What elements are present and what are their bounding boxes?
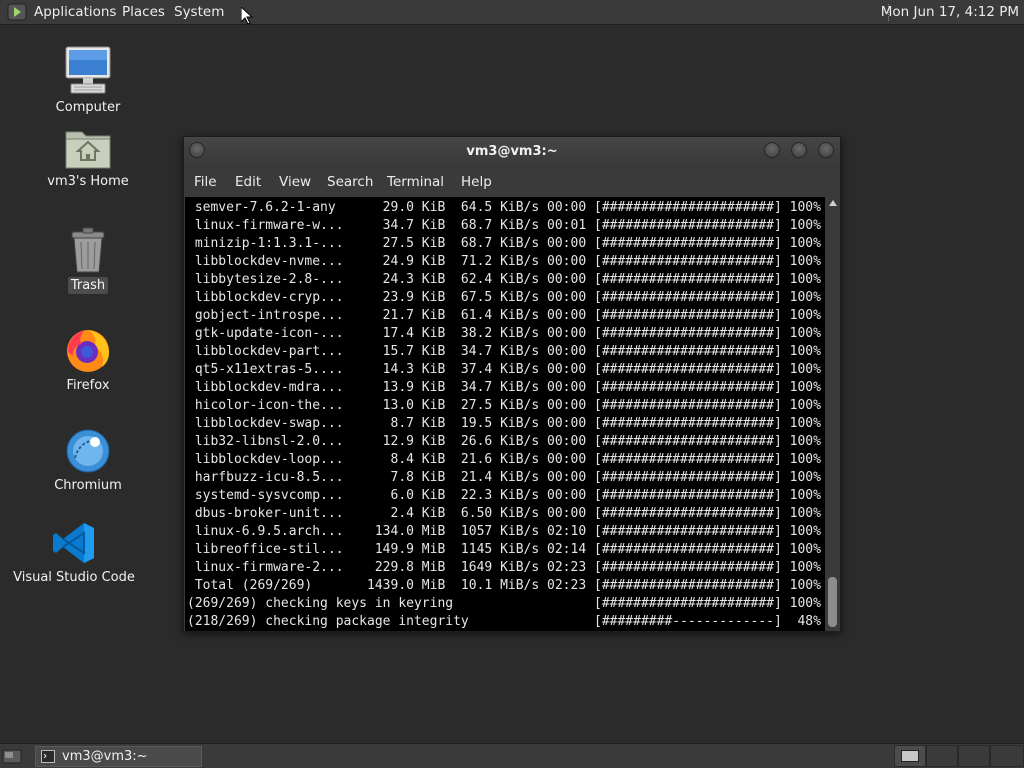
menu-view[interactable]: View (279, 174, 311, 190)
terminal-line: libbytesize-2.8-... 24.3 KiB 62.4 KiB/s … (187, 272, 821, 287)
terminal-window[interactable]: vm3@vm3:~ File Edit View Search Terminal… (183, 136, 841, 632)
terminal-line: systemd-sysvcomp... 6.0 KiB 22.3 KiB/s 0… (187, 488, 821, 503)
terminal-line: (269/269) checking keys in keyring [####… (187, 596, 821, 611)
scroll-up-arrow-icon[interactable] (829, 200, 837, 206)
chromium-icon (66, 429, 110, 473)
maximize-button[interactable] (791, 142, 807, 158)
menu-search[interactable]: Search (327, 174, 373, 190)
desktop-icon-home[interactable]: vm3's Home (38, 126, 138, 190)
trash-icon (71, 227, 105, 273)
desktop-icon-label: Chromium (54, 478, 122, 493)
terminal-line: libblockdev-mdra... 13.9 KiB 34.7 KiB/s … (187, 380, 821, 395)
menu-edit[interactable]: Edit (235, 174, 261, 190)
menu-help[interactable]: Help (461, 174, 492, 190)
scrollbar-thumb[interactable] (828, 577, 837, 627)
terminal-line: Total (269/269) 1439.0 MiB 10.1 MiB/s 02… (187, 578, 821, 593)
applications-menu-icon[interactable] (7, 3, 27, 21)
clock[interactable]: Mon Jun 17, 4:12 PM (881, 4, 1019, 20)
terminal-scrollbar[interactable] (826, 197, 839, 631)
terminal-line: libblockdev-loop... 8.4 KiB 21.6 KiB/s 0… (187, 452, 821, 467)
terminal-line: gtk-update-icon-... 17.4 KiB 38.2 KiB/s … (187, 326, 821, 341)
terminal-line: (218/269) checking package integrity [##… (187, 614, 821, 629)
window-titlebar[interactable]: vm3@vm3:~ (184, 137, 840, 167)
taskbar-window-label: vm3@vm3:~ (62, 749, 148, 764)
terminal-line: dbus-broker-unit... 2.4 KiB 6.50 KiB/s 0… (187, 506, 821, 521)
minimize-button[interactable] (764, 142, 780, 158)
bottom-panel: vm3@vm3:~ (0, 743, 1024, 768)
desktop-icon-label: Computer (55, 100, 121, 115)
terminal-line: libblockdev-nvme... 24.9 KiB 71.2 KiB/s … (187, 254, 821, 269)
terminal-line: minizip-1:1.3.1-... 27.5 KiB 68.7 KiB/s … (187, 236, 821, 251)
terminal-line: libblockdev-swap... 8.7 KiB 19.5 KiB/s 0… (187, 416, 821, 431)
workspace-1[interactable] (894, 745, 926, 767)
workspace-2[interactable] (926, 745, 958, 767)
desktop-icon-label: Trash (67, 277, 109, 294)
terminal-line: libreoffice-stil... 149.9 MiB 1145 KiB/s… (187, 542, 821, 557)
home-folder-icon (65, 131, 111, 169)
vscode-icon (53, 523, 94, 563)
desktop-icon-label: Firefox (66, 378, 110, 393)
desktop-icon-trash[interactable]: Trash (48, 226, 128, 294)
close-button[interactable] (818, 142, 834, 158)
menu-terminal[interactable]: Terminal (387, 174, 444, 190)
terminal-line: linux-firmware-2... 229.8 MiB 1649 KiB/s… (187, 560, 821, 575)
computer-icon (65, 46, 111, 94)
desktop-icon-label: vm3's Home (47, 174, 129, 189)
desktop-icon-label: Visual Studio Code (13, 570, 135, 585)
workspace-window-thumbnail (901, 750, 919, 762)
terminal-line: linux-6.9.5.arch... 134.0 MiB 1057 KiB/s… (187, 524, 821, 539)
desktop-icon-vscode[interactable]: Visual Studio Code (10, 520, 138, 586)
terminal-line: gobject-introspe... 21.7 KiB 61.4 KiB/s … (187, 308, 821, 323)
top-panel: Applications Places System Mon Jun 17, 4… (0, 0, 1024, 25)
mouse-pointer-icon (241, 7, 253, 25)
workspace-3[interactable] (958, 745, 990, 767)
desktop-icon-computer[interactable]: Computer (48, 44, 128, 116)
terminal-line: qt5-x11extras-5.... 14.3 KiB 37.4 KiB/s … (187, 362, 821, 377)
terminal-output[interactable]: semver-7.6.2-1-any 29.0 KiB 64.5 KiB/s 0… (185, 197, 825, 631)
terminal-line: hicolor-icon-the... 13.0 KiB 27.5 KiB/s … (187, 398, 821, 413)
workspace-4[interactable] (990, 745, 1024, 767)
terminal-menubar: File Edit View Search Terminal Help (184, 168, 840, 196)
taskbar-window-button[interactable]: vm3@vm3:~ (35, 746, 202, 767)
terminal-line: linux-firmware-w... 34.7 KiB 68.7 KiB/s … (187, 218, 821, 233)
desktop-icon-firefox[interactable]: Firefox (48, 326, 128, 394)
show-desktop-icon[interactable] (2, 747, 22, 765)
window-title: vm3@vm3:~ (466, 144, 558, 159)
terminal-icon (41, 750, 55, 763)
terminal-line: lib32-libnsl-2.0... 12.9 KiB 26.6 KiB/s … (187, 434, 821, 449)
menu-file[interactable]: File (194, 174, 217, 190)
system-menu[interactable]: System (174, 4, 224, 20)
terminal-line: semver-7.6.2-1-any 29.0 KiB 64.5 KiB/s 0… (187, 200, 821, 215)
terminal-line: libblockdev-part... 15.7 KiB 34.7 KiB/s … (187, 344, 821, 359)
firefox-icon (67, 330, 109, 372)
places-menu[interactable]: Places (122, 4, 165, 20)
terminal-line: harfbuzz-icu-8.5... 7.8 KiB 21.4 KiB/s 0… (187, 470, 821, 485)
terminal-line: libblockdev-cryp... 23.9 KiB 67.5 KiB/s … (187, 290, 821, 305)
applications-menu[interactable]: Applications (34, 4, 116, 20)
desktop-icon-chromium[interactable]: Chromium (48, 428, 128, 494)
